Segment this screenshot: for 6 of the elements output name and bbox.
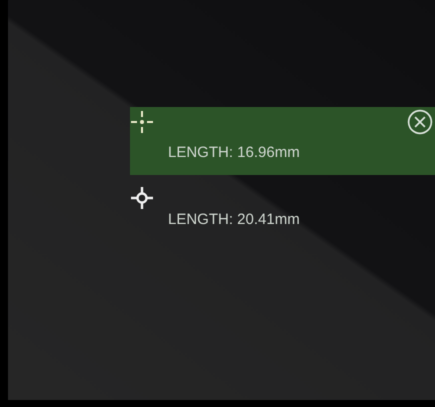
target-icon [130, 186, 154, 210]
close-icon[interactable] [407, 109, 433, 135]
crosshair-icon [130, 110, 154, 134]
length-reading: LENGTH: 20.41mm [168, 211, 300, 228]
measurement-row-highlight[interactable]: LENGTH: 16.96mm [130, 107, 435, 175]
length-reading: LENGTH: 16.96mm [168, 144, 300, 161]
